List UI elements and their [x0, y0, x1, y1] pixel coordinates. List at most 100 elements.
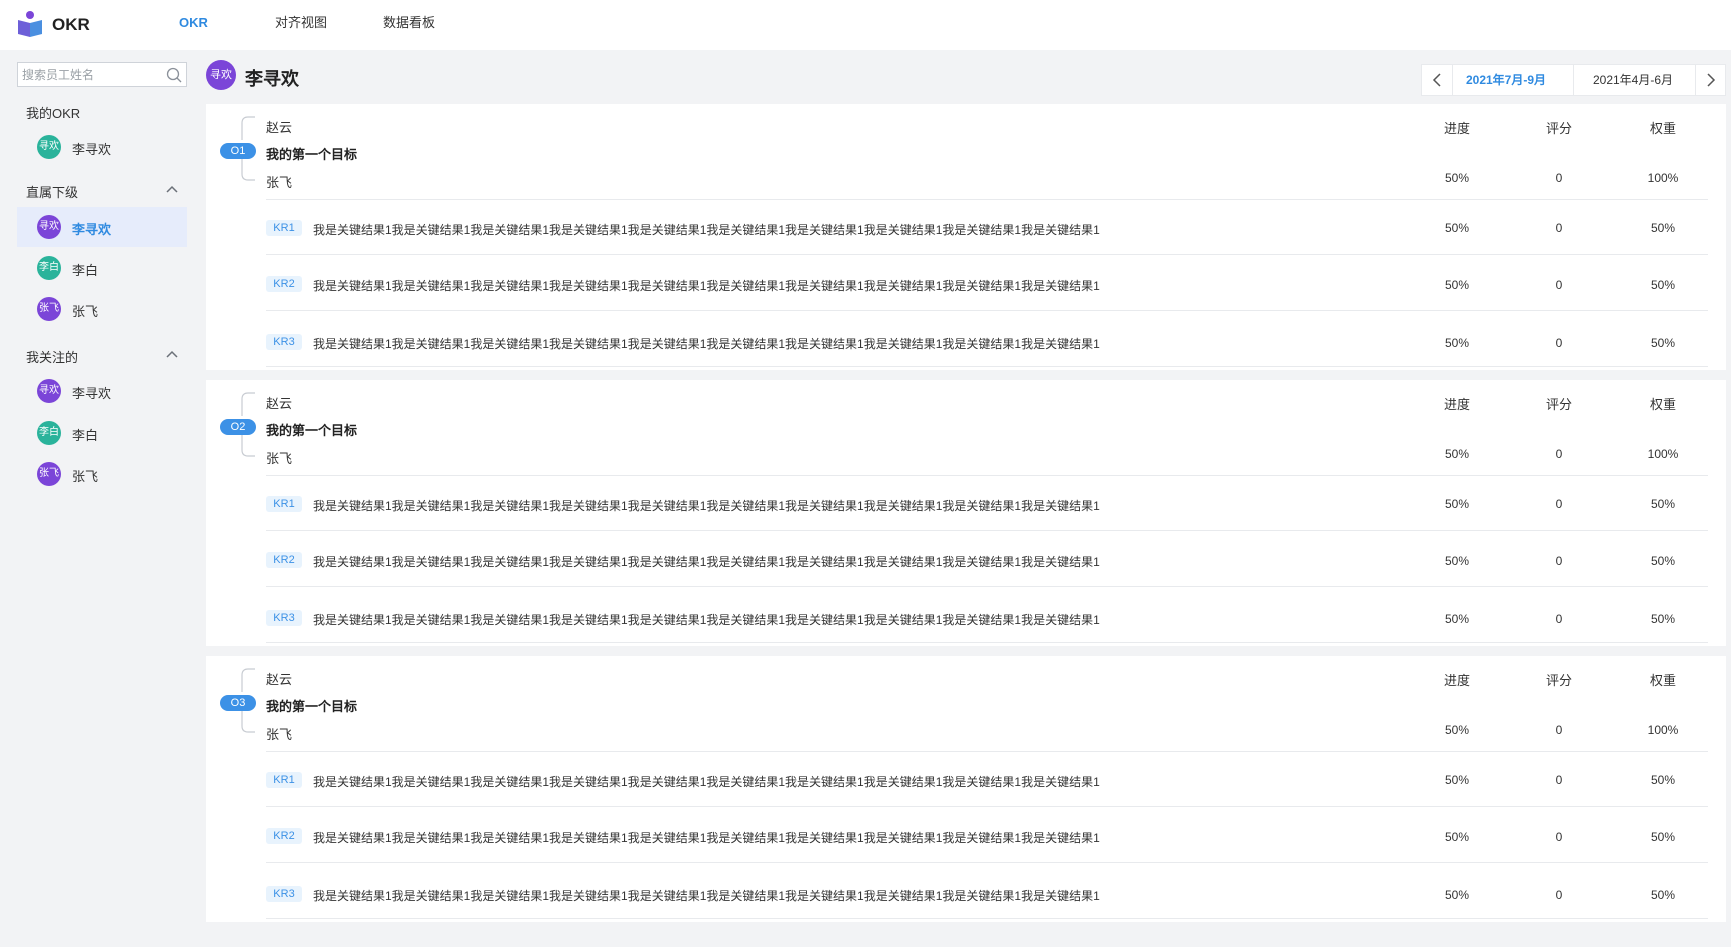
aligned-child-label[interactable]: 张飞	[266, 172, 292, 191]
key-result-badge: KR2	[266, 828, 302, 844]
key-result-score: 0	[1555, 221, 1563, 235]
objective-title[interactable]: 我的第一个目标	[266, 144, 357, 163]
key-result-progress: 50%	[1444, 221, 1470, 235]
key-result-score: 0	[1555, 336, 1563, 350]
chevron-up-icon[interactable]	[164, 346, 180, 362]
key-result-progress: 50%	[1444, 497, 1470, 511]
search-box	[17, 62, 187, 87]
aligned-parent-label[interactable]: 赵云	[266, 393, 292, 412]
page-title: 李寻欢	[245, 69, 299, 89]
key-result-text[interactable]: 我是关键结果1我是关键结果1我是关键结果1我是关键结果1我是关键结果1我是关键结…	[313, 611, 1100, 628]
key-result-badge: KR2	[266, 552, 302, 568]
app-brand: OKR	[52, 15, 90, 34]
column-header-progress: 进度	[1443, 397, 1470, 412]
column-header-progress: 进度	[1443, 673, 1470, 688]
sidebar: 我的OKR 寻欢 李寻欢 直属下级 寻欢 李寻欢 李白 李白 张飞 张飞 我关注…	[0, 50, 192, 947]
row-divider	[266, 918, 1708, 919]
objective-badge: O2	[220, 419, 256, 435]
key-result-progress: 50%	[1444, 554, 1470, 568]
key-result-badge: KR2	[266, 276, 302, 292]
key-result-text[interactable]: 我是关键结果1我是关键结果1我是关键结果1我是关键结果1我是关键结果1我是关键结…	[313, 887, 1100, 904]
key-result-text[interactable]: 我是关键结果1我是关键结果1我是关键结果1我是关键结果1我是关键结果1我是关键结…	[313, 221, 1100, 238]
sidebar-item-my-okr-user[interactable]: 寻欢 李寻欢	[17, 127, 187, 167]
key-result-text[interactable]: 我是关键结果1我是关键结果1我是关键结果1我是关键结果1我是关键结果1我是关键结…	[313, 829, 1100, 846]
objective-title[interactable]: 我的第一个目标	[266, 420, 357, 439]
key-result-text[interactable]: 我是关键结果1我是关键结果1我是关键结果1我是关键结果1我是关键结果1我是关键结…	[313, 497, 1100, 514]
sidebar-item-following-2[interactable]: 李白 李白	[17, 413, 187, 453]
sidebar-item-subordinate-3[interactable]: 张飞 张飞	[17, 289, 187, 329]
sidebar-item-label: 李白	[72, 428, 99, 443]
sidebar-item-subordinate-1[interactable]: 寻欢 李寻欢	[17, 207, 187, 247]
key-result-text[interactable]: 我是关键结果1我是关键结果1我是关键结果1我是关键结果1我是关键结果1我是关键结…	[313, 773, 1100, 790]
search-input[interactable]	[18, 63, 163, 86]
section-subordinates-title: 直属下级	[26, 185, 79, 200]
nav-alignment-view[interactable]: 对齐视图	[275, 0, 327, 50]
key-result-progress: 50%	[1444, 278, 1470, 292]
objective-progress: 50%	[1444, 171, 1470, 185]
objective-title[interactable]: 我的第一个目标	[266, 696, 357, 715]
objective-score: 0	[1555, 723, 1563, 737]
row-divider	[266, 806, 1708, 807]
row-divider	[266, 199, 1708, 200]
sidebar-item-label: 张飞	[72, 469, 99, 484]
objective-weight: 100%	[1647, 723, 1679, 737]
key-result-text[interactable]: 我是关键结果1我是关键结果1我是关键结果1我是关键结果1我是关键结果1我是关键结…	[313, 553, 1100, 570]
key-result-score: 0	[1555, 888, 1563, 902]
row-divider	[266, 642, 1708, 643]
sidebar-item-label: 李寻欢	[72, 222, 112, 237]
key-result-weight: 50%	[1650, 497, 1676, 511]
avatar: 张飞	[37, 462, 61, 486]
objective-card: 赵云 O1 我的第一个目标 张飞 进度 评分 权重 50% 0 100% KR1 我是关键结果1我是关…	[206, 104, 1726, 370]
chevron-left-icon	[1432, 73, 1441, 87]
sidebar-item-following-3[interactable]: 张飞 张飞	[17, 454, 187, 494]
sidebar-item-label: 李寻欢	[72, 386, 112, 401]
objective-progress: 50%	[1444, 447, 1470, 461]
avatar: 寻欢	[37, 379, 61, 403]
nav-data-board[interactable]: 数据看板	[383, 0, 435, 50]
aligned-parent-label[interactable]: 赵云	[266, 117, 292, 136]
chevron-up-icon[interactable]	[164, 181, 180, 197]
nav-okr[interactable]: OKR	[179, 0, 208, 50]
key-result-text[interactable]: 我是关键结果1我是关键结果1我是关键结果1我是关键结果1我是关键结果1我是关键结…	[313, 277, 1100, 294]
sidebar-item-subordinate-2[interactable]: 李白 李白	[17, 248, 187, 288]
period-previous[interactable]: 2021年4月-6月	[1574, 65, 1692, 95]
prev-period-button[interactable]	[1422, 65, 1452, 95]
row-divider	[266, 310, 1708, 311]
objective-card: 赵云 O2 我的第一个目标 张飞 进度 评分 权重 50% 0 100% KR1 我是关键结果1我是关…	[206, 380, 1726, 646]
objective-score: 0	[1555, 447, 1563, 461]
key-result-score: 0	[1555, 612, 1563, 626]
aligned-child-label[interactable]: 张飞	[266, 448, 292, 467]
key-result-weight: 50%	[1650, 278, 1676, 292]
aligned-child-label[interactable]: 张飞	[266, 724, 292, 743]
key-result-score: 0	[1555, 497, 1563, 511]
objective-card: 赵云 O3 我的第一个目标 张飞 进度 评分 权重 50% 0 100% KR1 我是关键结果1我是关…	[206, 656, 1726, 922]
row-divider	[266, 862, 1708, 863]
column-header-score: 评分	[1545, 673, 1572, 688]
key-result-text[interactable]: 我是关键结果1我是关键结果1我是关键结果1我是关键结果1我是关键结果1我是关键结…	[313, 335, 1100, 352]
column-header-weight: 权重	[1649, 121, 1676, 136]
key-result-badge: KR1	[266, 772, 302, 788]
chevron-right-icon	[1707, 73, 1716, 87]
row-divider	[266, 254, 1708, 255]
key-result-progress: 50%	[1444, 336, 1470, 350]
section-my-okr-title: 我的OKR	[26, 106, 81, 121]
sidebar-item-label: 李白	[72, 263, 99, 278]
row-divider	[266, 586, 1708, 587]
key-result-weight: 50%	[1650, 221, 1676, 235]
objective-progress: 50%	[1444, 723, 1470, 737]
key-result-weight: 50%	[1650, 830, 1676, 844]
column-header-weight: 权重	[1649, 673, 1676, 688]
objective-weight: 100%	[1647, 171, 1679, 185]
search-icon[interactable]	[165, 66, 183, 84]
period-current[interactable]: 2021年7月-9月	[1453, 65, 1559, 95]
objective-weight: 100%	[1647, 447, 1679, 461]
objective-badge: O1	[220, 143, 256, 159]
key-result-score: 0	[1555, 830, 1563, 844]
aligned-parent-label[interactable]: 赵云	[266, 669, 292, 688]
key-result-weight: 50%	[1650, 336, 1676, 350]
objective-badge: O3	[220, 695, 256, 711]
key-result-progress: 50%	[1444, 612, 1470, 626]
sidebar-item-following-1[interactable]: 寻欢 李寻欢	[17, 371, 187, 411]
key-result-progress: 50%	[1444, 773, 1470, 787]
next-period-button[interactable]	[1696, 65, 1726, 95]
